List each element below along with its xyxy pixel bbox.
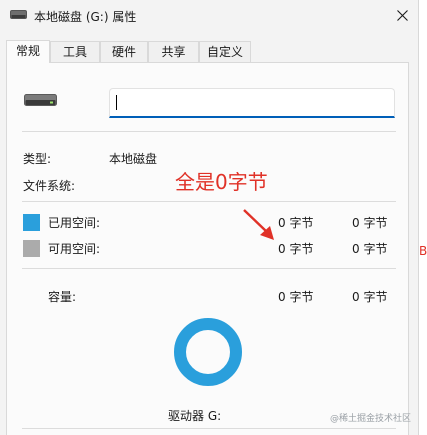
tab-sharing[interactable]: 共享: [148, 41, 199, 62]
drive-letter-label: 驱动器 G:: [168, 409, 222, 423]
background-window-edge: [418, 0, 427, 435]
divider-bottom: [22, 428, 396, 429]
divider-top: [22, 131, 396, 132]
free-space-bytes: 0 字节: [278, 242, 314, 256]
used-space-bytes: 0 字节: [278, 216, 314, 230]
close-button[interactable]: [388, 2, 418, 30]
used-space-size: 0 字节: [352, 216, 388, 230]
properties-window: 本地磁盘 (G:) 属性 常规 工具 硬件 共享 自定义 类型: 本地磁盘 文件…: [0, 0, 418, 435]
drive-name-input[interactable]: [109, 88, 395, 118]
annotation-text: 全是0字节: [175, 170, 268, 194]
capacity-bytes: 0 字节: [278, 290, 314, 304]
used-space-swatch: [23, 214, 40, 231]
window-title: 本地磁盘 (G:) 属性: [34, 10, 137, 24]
used-space-label: 已用空间:: [48, 216, 101, 230]
close-icon: [397, 10, 408, 21]
drive-icon: [24, 94, 57, 106]
drive-title-icon: [10, 10, 27, 19]
donut-ring: [174, 318, 242, 386]
free-space-size: 0 字节: [352, 242, 388, 256]
free-space-label: 可用空间:: [48, 242, 101, 256]
tab-customize[interactable]: 自定义: [199, 41, 251, 62]
type-label: 类型:: [23, 152, 52, 166]
free-space-swatch: [23, 240, 40, 257]
type-value: 本地磁盘: [109, 152, 158, 166]
text-caret: [116, 95, 117, 110]
title-bar[interactable]: 本地磁盘 (G:) 属性: [0, 0, 418, 34]
tab-general[interactable]: 常规: [6, 40, 50, 63]
arrow-icon: [243, 209, 274, 240]
tab-hardware[interactable]: 硬件: [100, 41, 148, 62]
usage-donut-chart: [174, 318, 242, 386]
tab-tools[interactable]: 工具: [50, 41, 100, 62]
filesystem-label: 文件系统:: [23, 179, 76, 193]
divider-lower: [22, 268, 396, 269]
capacity-label: 容量:: [48, 290, 77, 304]
capacity-size: 0 字节: [352, 290, 388, 304]
divider-middle: [22, 201, 396, 202]
watermark: @稀土掘金技术社区: [330, 414, 412, 424]
edge-letter: B: [419, 244, 427, 258]
